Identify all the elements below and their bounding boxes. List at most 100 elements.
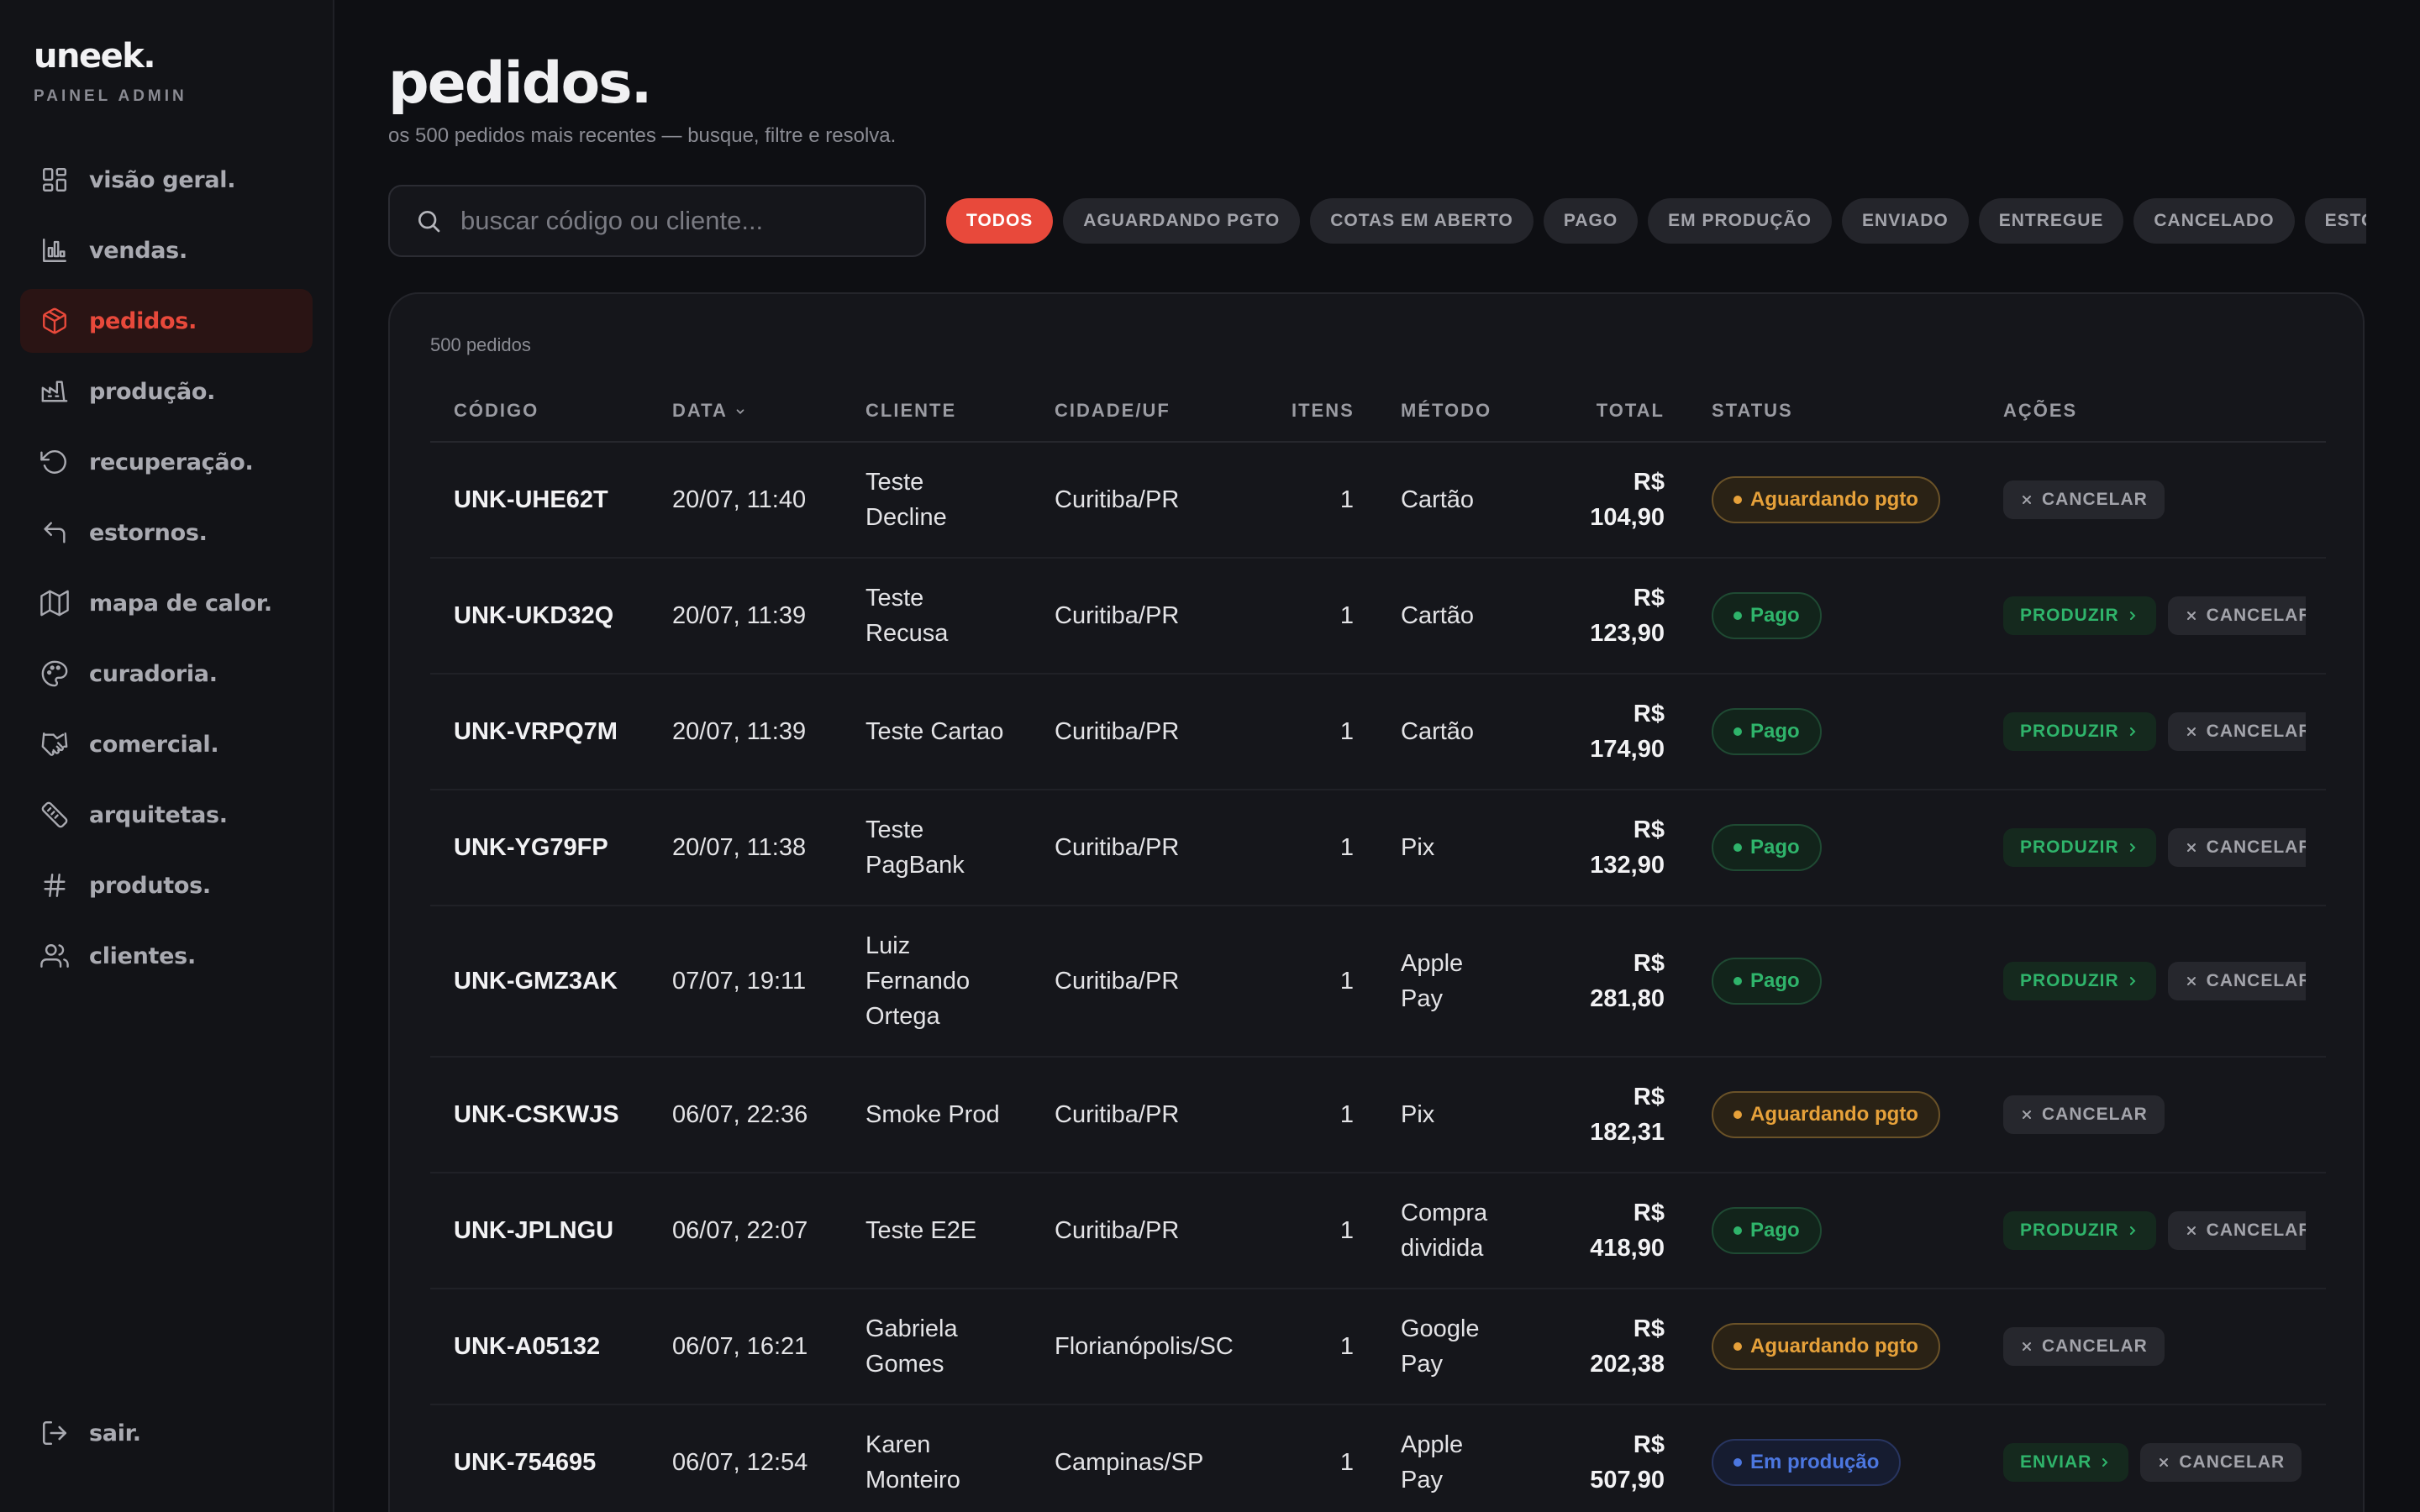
order-code: UNK-UKD32Q [430,558,649,675]
sidebar-item-label: curadoria. [89,660,218,687]
status-label: Pago [1750,969,1800,992]
rotate-ccw-icon [40,450,66,474]
sidebar-nav: visão geral. vendas. pedidos. produção. recu… [20,148,313,988]
filter-chip[interactable]: ENTREGUE [1978,198,2124,244]
sidebar-item-curadoria[interactable]: curadoria. [20,642,313,706]
logout-button[interactable]: sair. [20,1401,141,1465]
status-label: Pago [1750,720,1800,743]
order-actions: CANCELAR [1980,442,2326,559]
cancel-button[interactable]: CANCELAR [2167,712,2306,751]
col-client[interactable]: CLIENTE [842,380,1031,443]
cancel-button[interactable]: CANCELAR [2140,1443,2302,1482]
sidebar-item-producao[interactable]: produção. [20,360,313,423]
order-client: Teste Decline [842,442,1031,559]
sidebar-item-comercial[interactable]: comercial. [20,712,313,776]
sidebar-item-recuperacao[interactable]: recuperação. [20,430,313,494]
filter-chip[interactable]: COTAS EM ABERTO [1310,198,1534,244]
enviar-button[interactable]: ENVIAR [2003,1443,2129,1482]
sidebar-item-visao-geral[interactable]: visão geral. [20,148,313,212]
order-status: Pago [1688,906,1980,1058]
action-label: PRODUZIR [2020,606,2119,625]
search-box[interactable] [388,185,926,257]
cancel-button[interactable]: CANCELAR [2167,828,2306,867]
close-icon [2160,1458,2169,1467]
table-row[interactable]: UNK-A05132 06/07, 16:21 Gabriela Gomes Flor… [430,1289,2326,1405]
sidebar-item-estornos[interactable]: estornos. [20,501,313,564]
table-row[interactable]: UNK-UKD32Q 20/07, 11:39 Teste Recusa Curiti… [430,558,2326,675]
actions-group: PRODUZIR CANCELAR [2003,1211,2306,1250]
filter-chip[interactable]: ESTORNADO [2304,198,2366,244]
produzir-button[interactable]: PRODUZIR [2003,1211,2156,1250]
order-total: R$ 418,90 [1533,1173,1688,1289]
table-row[interactable]: UNK-YG79FP 20/07, 11:38 Teste PagBank Curit… [430,790,2326,906]
col-total[interactable]: TOTAL [1533,380,1688,443]
filter-chip[interactable]: EM PRODUÇÃO [1648,198,1833,244]
order-items: 1 [1268,674,1377,790]
sidebar-item-mapa-de-calor[interactable]: mapa de calor. [20,571,313,635]
sidebar-item-label: estornos. [89,519,208,546]
factory-icon [41,381,68,402]
order-code: UNK-754695 [430,1404,649,1512]
status-label: Aguardando pgto [1750,1335,1918,1357]
sidebar-item-vendas[interactable]: vendas. [20,218,313,282]
action-label: PRODUZIR [2020,1221,2119,1240]
sidebar-item-pedidos[interactable]: pedidos. [20,289,313,353]
table-row[interactable]: UNK-CSKWJS 06/07, 22:36 Smoke Prod Curitiba… [430,1057,2326,1173]
order-client: Teste Recusa [842,558,1031,675]
table-row[interactable]: UNK-GMZ3AK 07/07, 19:11 Luiz Fernando Orte… [430,906,2326,1058]
col-code[interactable]: CÓDIGO [430,380,649,443]
produzir-button[interactable]: PRODUZIR [2003,712,2156,751]
filter-chip[interactable]: TODOS [946,198,1054,244]
col-items[interactable]: ITENS [1268,380,1377,443]
produzir-button[interactable]: PRODUZIR [2003,828,2156,867]
order-total: R$ 507,90 [1533,1404,1688,1512]
sidebar-item-clientes[interactable]: clientes. [20,924,313,988]
filter-chip[interactable]: ENVIADO [1842,198,1969,244]
sidebar-item-label: clientes. [89,942,196,969]
order-city: Curitiba/PR [1031,674,1268,790]
cancel-button[interactable]: CANCELAR [2003,1327,2165,1366]
col-status[interactable]: STATUS [1688,380,1980,443]
orders-count: 500 pedidos [430,334,531,355]
order-status: Pago [1688,1173,1980,1289]
status-badge: Aguardando pgto [1712,476,1940,523]
col-actions: AÇÕES [1980,380,2326,443]
order-client: Teste E2E [842,1173,1031,1289]
table-row[interactable]: UNK-VRPQ7M 20/07, 11:39 Teste Cartao Curiti… [430,674,2326,790]
col-date-label: DATA [672,399,728,421]
order-city: Florianópolis/SC [1031,1289,1268,1405]
order-status: Aguardando pgto [1688,1289,1980,1405]
table-row[interactable]: UNK-754695 06/07, 12:54 Karen Monteiro Camp… [430,1404,2326,1512]
order-actions: PRODUZIR CANCELAR [1980,906,2326,1058]
page-subtitle: os 500 pedidos mais recentes — busque, f… [388,124,897,147]
cancel-button[interactable]: CANCELAR [2003,480,2165,519]
cancel-button[interactable]: CANCELAR [2003,1095,2165,1134]
filter-chip[interactable]: AGUARDANDO PGTO [1063,198,1301,244]
orders-card: 500 pedidos CÓDIGO DATA CLIENTE CIDADE/U… [388,292,2365,1512]
sidebar-item-produtos[interactable]: produtos. [20,853,313,917]
filter-chip[interactable]: CANCELADO [2133,198,2295,244]
action-label: CANCELAR [2042,1336,2148,1356]
order-total: R$ 132,90 [1533,790,1688,906]
col-method[interactable]: MÉTODO [1377,380,1533,443]
order-date: 20/07, 11:38 [649,790,842,906]
table-row[interactable]: UNK-UHE62T 20/07, 11:40 Teste Decline Curit… [430,442,2326,559]
filter-chip[interactable]: PAGO [1543,198,1639,244]
col-date[interactable]: DATA [649,380,842,443]
produzir-button[interactable]: PRODUZIR [2003,962,2156,1000]
sidebar-item-label: recuperação. [89,449,254,475]
cancel-button[interactable]: CANCELAR [2167,962,2306,1000]
table-row[interactable]: UNK-JPLNGU 06/07, 22:07 Teste E2E Curitiba/… [430,1173,2326,1289]
order-client: Teste Cartao [842,674,1031,790]
sidebar-item-arquitetas[interactable]: arquitetas. [20,783,313,847]
cancel-button[interactable]: CANCELAR [2167,596,2306,635]
col-city[interactable]: CIDADE/UF [1031,380,1268,443]
close-icon [2023,1342,2031,1351]
ruler-icon [41,801,68,828]
cancel-button[interactable]: CANCELAR [2167,1211,2306,1250]
produzir-button[interactable]: PRODUZIR [2003,596,2156,635]
action-label: CANCELAR [2206,722,2306,741]
search-input[interactable] [460,206,897,236]
order-actions: PRODUZIR CANCELAR [1980,790,2326,906]
order-status: Pago [1688,558,1980,675]
